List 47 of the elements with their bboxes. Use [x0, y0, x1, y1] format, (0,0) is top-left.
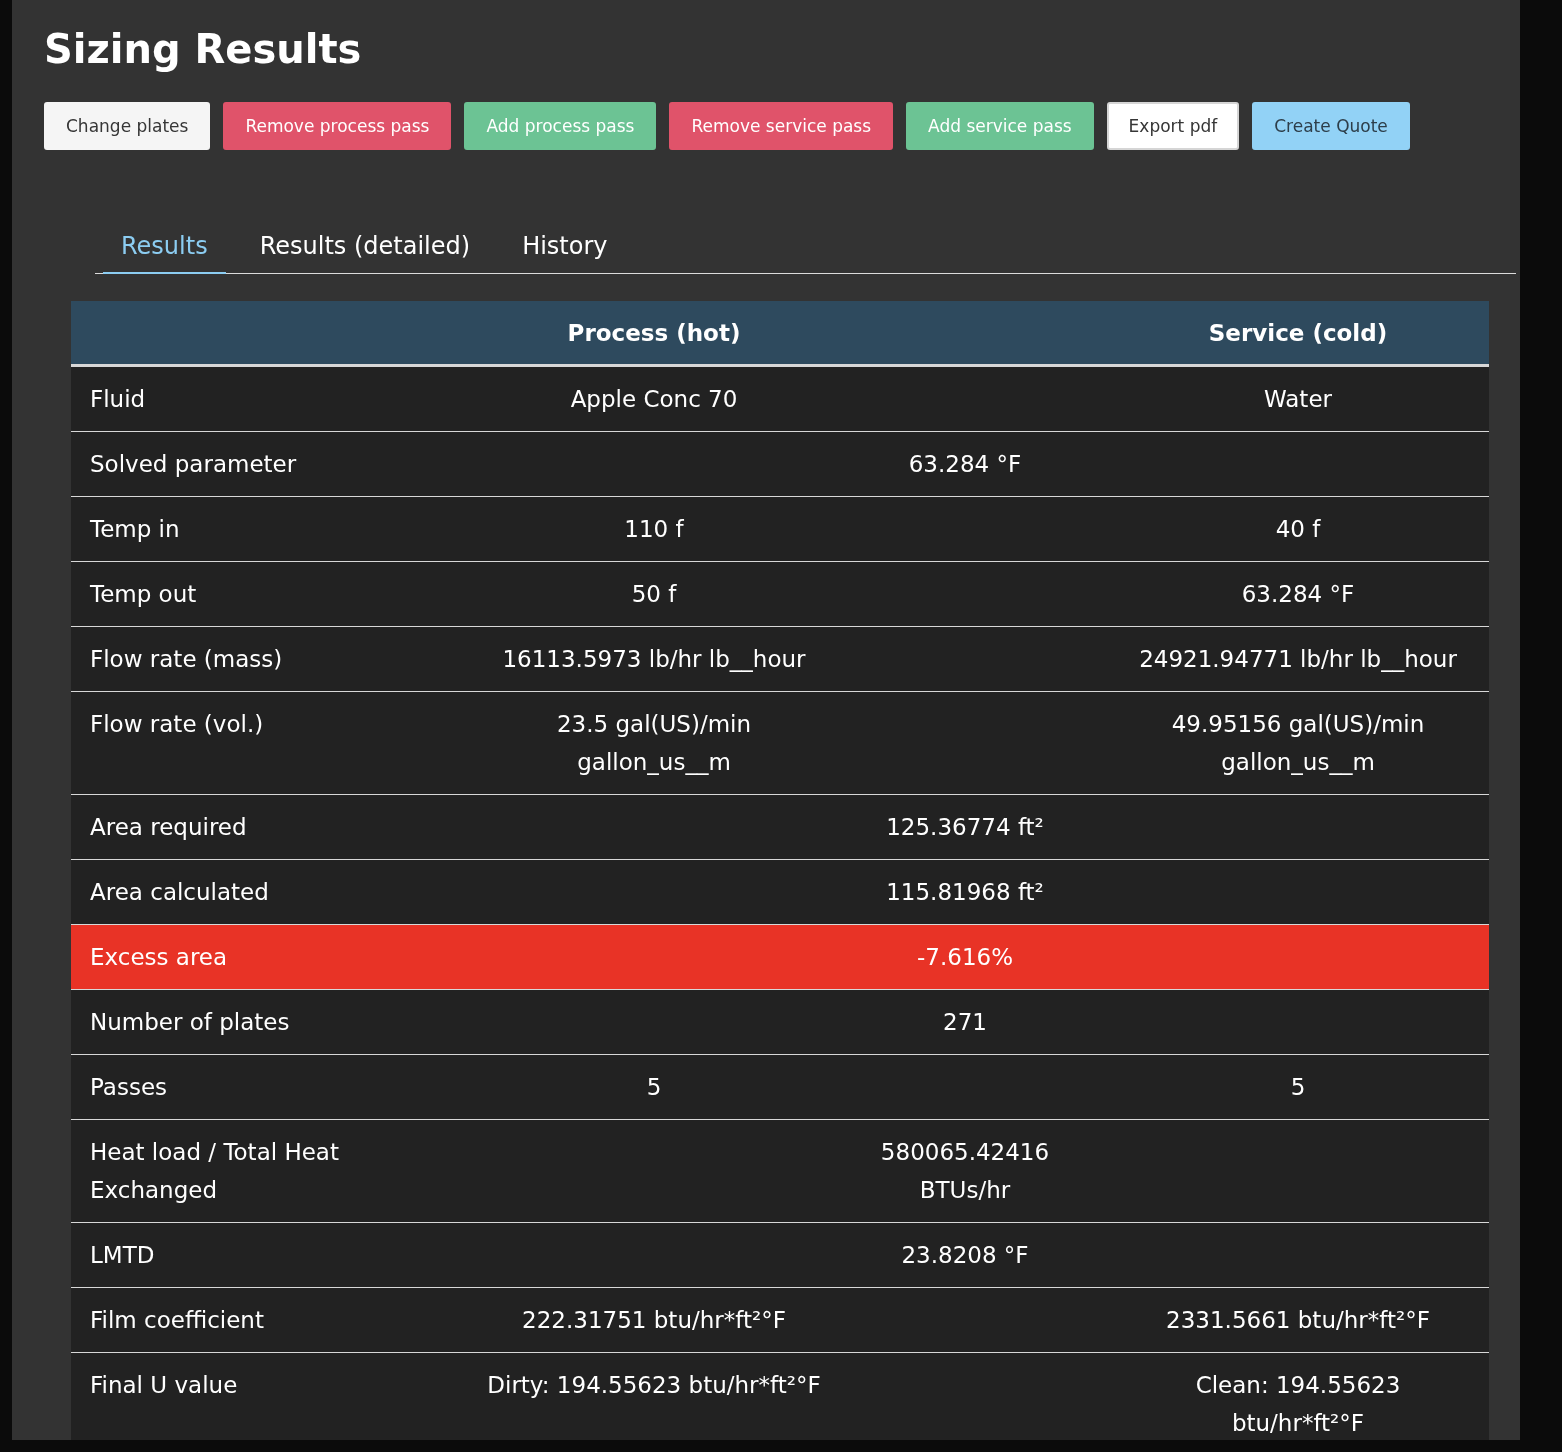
table-cell: Apple Conc 70: [441, 367, 867, 432]
page-title: Sizing Results: [44, 25, 363, 74]
table-cell: 2331.5661 btu/hr*ft²°F: [1107, 1288, 1489, 1353]
table-cell: 63.284 °F: [1107, 562, 1489, 627]
table-cell: 271: [441, 990, 1489, 1055]
table-cell: 5: [441, 1055, 867, 1120]
tab[interactable]: History: [504, 222, 626, 274]
table-cell: Dirty: 194.55623 btu/hr*ft²°F: [441, 1353, 867, 1440]
action-button[interactable]: Remove process pass: [223, 102, 452, 150]
table-cell: 222.31751 btu/hr*ft²°F: [441, 1288, 867, 1353]
table-cell: Water: [1107, 367, 1489, 432]
row-label: LMTD: [71, 1223, 441, 1288]
row-label: Film coefficient: [71, 1288, 441, 1353]
table-cell: 23.8208 °F: [441, 1223, 1489, 1288]
column-header: Service (cold): [1107, 301, 1489, 367]
row-label: Flow rate (mass): [71, 627, 441, 692]
table-cell: 125.36774 ft²: [441, 795, 1489, 860]
column-header: Process (hot): [441, 301, 867, 367]
action-button[interactable]: Change plates: [44, 102, 211, 150]
row-label: Area required: [71, 795, 441, 860]
row-label: Heat load / Total Heat Exchanged: [71, 1120, 441, 1223]
row-label: Final U value: [71, 1353, 441, 1440]
action-button[interactable]: Export pdf: [1106, 102, 1240, 150]
table-cell: 110 f: [441, 497, 867, 562]
tab[interactable]: Results: [103, 222, 226, 274]
table-cell: 50 f: [441, 562, 867, 627]
table-cell: 63.284 °F: [441, 432, 1489, 497]
table-cell: 580065.42416 BTUs/hr: [441, 1120, 1489, 1223]
table-cell: 40 f: [1107, 497, 1489, 562]
table-cell: 24921.94771 lb/hr lb__hour: [1107, 627, 1489, 692]
row-label: Excess area: [71, 925, 441, 990]
tab[interactable]: Results (detailed): [241, 222, 489, 274]
action-button[interactable]: Create Quote: [1252, 102, 1410, 150]
table-cell: Clean: 194.55623 btu/hr*ft²°F: [1107, 1353, 1489, 1440]
row-label: Temp in: [71, 497, 441, 562]
table-cell: 5: [1107, 1055, 1489, 1120]
row-label: Temp out: [71, 562, 441, 627]
row-label: Solved parameter: [71, 432, 441, 497]
row-label: Flow rate (vol.): [71, 692, 441, 795]
row-label: Passes: [71, 1055, 441, 1120]
table-cell: 49.95156 gal(US)/min gallon_us__m: [1107, 692, 1489, 795]
row-label: Fluid: [71, 367, 441, 432]
row-label: Number of plates: [71, 990, 441, 1055]
table-cell: -7.616%: [441, 925, 1489, 990]
table-cell: 23.5 gal(US)/min gallon_us__m: [441, 692, 867, 795]
table-cell: 16113.5973 lb/hr lb__hour: [441, 627, 867, 692]
action-button[interactable]: Remove service pass: [669, 102, 894, 150]
